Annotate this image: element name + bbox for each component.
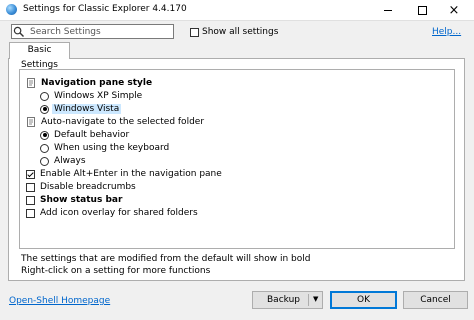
radio-button[interactable] (40, 143, 49, 153)
radio-button[interactable] (40, 91, 49, 101)
maximize-icon (417, 5, 427, 15)
open-shell-homepage-link[interactable]: Open-Shell Homepage (9, 296, 110, 306)
checkbox[interactable] (26, 169, 35, 179)
setting-label: Always (54, 156, 86, 166)
ok-button[interactable]: OK (330, 291, 397, 309)
checkbox-add-icon-overlay[interactable]: Add icon overlay for shared folders (26, 207, 198, 219)
chevron-down-icon[interactable]: ▼ (313, 295, 318, 303)
setting-label: Disable breadcrumbs (40, 182, 136, 192)
setting-label: Add icon overlay for shared folders (40, 208, 198, 218)
help-link[interactable]: Help... (432, 27, 461, 37)
setting-group-auto-navigate[interactable]: Auto-navigate to the selected folder (26, 116, 204, 128)
setting-group-navigation-pane-style[interactable]: Navigation pane style (26, 77, 152, 89)
checkbox[interactable] (26, 182, 35, 192)
setting-label: Navigation pane style (41, 78, 153, 88)
close-button[interactable]: × (440, 0, 468, 20)
show-all-settings-option[interactable]: Show all settings (190, 26, 278, 38)
right-click-note: Right-click on a setting for more functi… (21, 266, 211, 276)
cancel-button[interactable]: Cancel (403, 291, 468, 309)
setting-label: Auto-navigate to the selected folder (41, 117, 205, 127)
setting-label: Enable Alt+Enter in the navigation pane (40, 169, 222, 179)
radio-always[interactable]: Always (40, 155, 86, 167)
checkbox[interactable] (26, 195, 35, 205)
checkbox-disable-breadcrumbs[interactable]: Disable breadcrumbs (26, 181, 136, 193)
backup-button[interactable]: Backup ▼ (252, 291, 323, 309)
modified-settings-note: The settings that are modified from the … (21, 254, 311, 264)
radio-windows-xp-simple[interactable]: Windows XP Simple (40, 90, 142, 102)
checkbox-show-status-bar[interactable]: Show status bar (26, 194, 122, 206)
settings-panel: Navigation pane style Windows XP Simple … (8, 58, 465, 281)
classic-explorer-shell-icon (6, 4, 17, 15)
radio-button[interactable] (40, 156, 49, 166)
checkbox-enable-alt-enter[interactable]: Enable Alt+Enter in the navigation pane (26, 168, 222, 180)
window-title: Settings for Classic Explorer 4.4.170 (23, 4, 187, 14)
backup-label: Backup (267, 295, 300, 305)
maximize-button[interactable] (408, 0, 436, 20)
settings-group-icon (26, 78, 36, 88)
show-all-settings-checkbox[interactable] (190, 27, 199, 37)
show-all-settings-label: Show all settings (202, 27, 279, 37)
radio-button[interactable] (40, 104, 49, 114)
radio-windows-vista[interactable]: Windows Vista (40, 103, 122, 115)
search-icon (13, 26, 25, 38)
tab-basic-settings[interactable]: Basic Settings (9, 42, 70, 70)
radio-when-using-keyboard[interactable]: When using the keyboard (40, 142, 169, 154)
setting-label: When using the keyboard (54, 143, 170, 153)
title-bar: Settings for Classic Explorer 4.4.170 × (0, 0, 474, 21)
settings-group-icon (26, 117, 36, 127)
settings-tree[interactable]: Navigation pane style Windows XP Simple … (19, 69, 455, 249)
minimize-icon (384, 9, 392, 11)
setting-label: Windows XP Simple (54, 91, 143, 101)
search-input[interactable] (30, 25, 170, 38)
checkbox[interactable] (26, 208, 35, 218)
close-icon: × (448, 2, 460, 18)
setting-label: Windows Vista (52, 104, 122, 114)
radio-default-behavior[interactable]: Default behavior (40, 129, 129, 141)
search-box[interactable] (11, 24, 174, 39)
setting-label: Show status bar (40, 195, 123, 205)
split-divider (308, 294, 309, 306)
setting-label: Default behavior (54, 130, 130, 140)
minimize-button[interactable] (374, 0, 402, 20)
radio-button[interactable] (40, 130, 49, 140)
